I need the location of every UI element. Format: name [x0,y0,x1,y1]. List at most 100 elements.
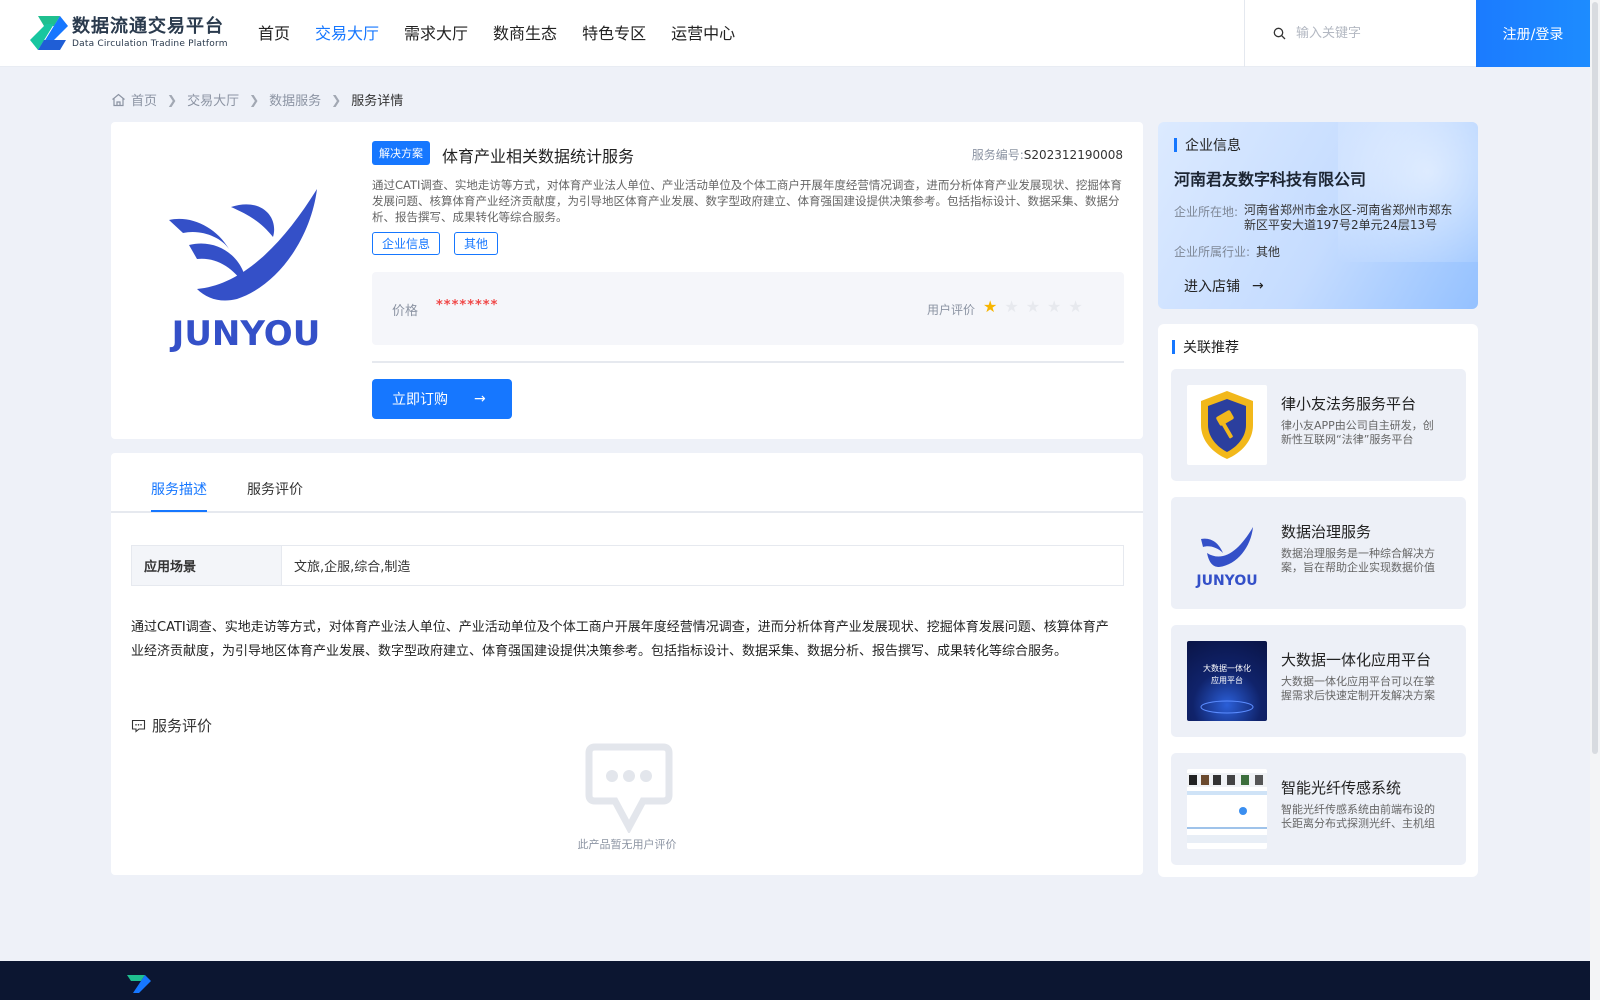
company-section-label: 企业信息 [1185,138,1241,154]
solution-tag: 解决方案 [372,141,430,165]
related-item-desc: 智能光纤传感系统由前端布设的长距离分布式探测光纤、主机组成 [1281,803,1435,830]
product-logo-text: JUNYOU [170,314,321,352]
related-item-desc: 数据治理服务是一种综合解决方案，旨在帮助企业实现数据价值 [1281,547,1435,574]
star-empty-icon[interactable]: ★ [1004,297,1018,316]
tab-service-description[interactable]: 服务描述 [151,479,207,499]
home-icon [112,93,125,106]
breadcrumb-data-service[interactable]: 数据服务 [269,90,321,109]
nav-demand-hall[interactable]: 需求大厅 [404,22,468,46]
star-empty-icon[interactable]: ★ [1026,297,1040,316]
scene-label: 应用场景 [132,546,281,585]
company-industry: 其他 [1256,245,1281,259]
product-summary-card: JUNYOU 解决方案 体育产业相关数据统计服务 服务编号:S202312190… [111,122,1143,439]
related-thumb-junyou: JUNYOU [1187,513,1267,593]
junyou-logo-icon: JUNYOU [1195,527,1258,589]
breadcrumb-home[interactable]: 首页 [111,90,157,109]
nav-operations[interactable]: 运营中心 [671,22,735,46]
company-location-label: 企业所在地: [1174,205,1239,219]
company-location: 河南省郑州市金水区-河南省郑州市郑东新区平安大道197号2单元24层13号 [1244,203,1453,232]
chevron-right-icon: ❯ [331,92,342,107]
bigdata-platform-image: 大数据一体化 应用平台 [1200,663,1254,714]
reviews-title: 服务评价 [152,717,213,735]
star-empty-icon[interactable]: ★ [1068,297,1082,316]
chip-other[interactable]: 其他 [454,232,499,255]
footer-logo-icon [127,975,151,993]
arrow-right-icon: → [474,391,486,407]
search-box [1244,0,1476,67]
title-accent-bar [1172,340,1175,354]
related-item[interactable]: 智能光纤传感系统 智能光纤传感系统由前端布设的长距离分布式探测光纤、主机组成 [1171,753,1466,865]
price-box: 价格 ******** 用户评价 ★ ★ ★ ★ ★ [372,272,1124,345]
company-industry-label: 企业所属行业: [1174,245,1251,259]
related-item-title: 律小友法务服务平台 [1281,395,1417,413]
nav-trading-hall[interactable]: 交易大厅 [315,22,379,46]
divider [372,361,1124,363]
breadcrumb-trading-hall[interactable]: 交易大厅 [187,90,239,109]
card-glow [1338,122,1478,262]
price-value: ******** [436,298,499,313]
login-register-button[interactable]: 注册/登录 [1476,0,1590,67]
company-section-title: 企业信息 [1174,135,1241,155]
related-item-desc: 律小友APP由公司自主研发，创新性互联网“法律”服务平台 [1281,419,1434,446]
bigdata-thumb-line2: 应用平台 [1211,675,1243,685]
shield-logo-icon [1201,391,1253,459]
star-filled-icon[interactable]: ★ [983,297,997,316]
logo-title: 数据流通交易平台 [72,16,224,37]
scrollbar-thumb[interactable] [1592,2,1598,754]
enter-shop-label: 进入店铺 [1184,279,1240,295]
service-long-description: 通过CATI调查、实地走访等方式，对体育产业法人单位、产业活动单位及个体工商户开… [131,620,1109,659]
related-section-label: 关联推荐 [1183,340,1239,356]
arrow-right-icon: → [1252,278,1264,294]
platform-logo[interactable]: 数据流通交易平台 Data Circulation Tradine Platfo… [30,14,228,52]
related-item-title: 智能光纤传感系统 [1281,779,1402,797]
service-detail-card: 服务描述 服务评价 应用场景 文旅,企服,综合,制造 通过CATI调查、实地走访… [111,453,1143,875]
price-label: 价格 [392,304,419,319]
service-number-label: 服务编号: [971,148,1024,162]
empty-comment-icon [585,743,673,833]
related-item[interactable]: 大数据一体化 应用平台 大数据一体化应用平台 大数据一体化应用平台可以在掌握需求… [1171,625,1466,737]
buy-now-button[interactable]: 立即订购 → [372,379,512,419]
company-location-row: 企业所在地: 河南省郑州市金水区-河南省郑州市郑东新区平安大道197号2单元24… [1174,203,1454,233]
product-logo-image: JUNYOU [169,189,321,352]
star-empty-icon[interactable]: ★ [1047,297,1061,316]
bigdata-thumb-line1: 大数据一体化 [1203,663,1251,673]
related-item[interactable]: JUNYOU 数据治理服务 数据治理服务是一种综合解决方案，旨在帮助企业实现数据… [1171,497,1466,609]
breadcrumb-current: 服务详情 [351,94,404,109]
related-item-desc: 大数据一体化应用平台可以在掌握需求后快速定制开发解决方案 [1281,675,1435,702]
enter-shop-button[interactable]: 进入店铺 → [1184,276,1264,296]
main-nav: 首页 交易大厅 需求大厅 数商生态 特色专区 运营中心 [258,22,760,46]
breadcrumb: 首页 ❯ 交易大厅 ❯ 数据服务 ❯ 服务详情 [111,90,403,109]
tab-service-reviews[interactable]: 服务评价 [247,479,303,499]
chevron-right-icon: ❯ [167,92,178,107]
search-input[interactable] [1296,26,1466,41]
buy-now-label: 立即订购 [392,392,448,408]
fiber-system-image [1187,773,1267,843]
service-number: 服务编号:S202312190008 [972,146,1123,163]
active-tab-indicator [151,510,207,512]
junyou-logo-text: JUNYOU [1195,573,1257,589]
chevron-right-icon: ❯ [249,92,260,107]
related-thumb-bigdata: 大数据一体化 应用平台 [1187,641,1267,721]
company-industry-row: 企业所属行业: 其他 [1174,243,1280,260]
product-title: 体育产业相关数据统计服务 [442,147,635,166]
breadcrumb-home-label: 首页 [131,94,158,109]
chip-company-info[interactable]: 企业信息 [372,232,441,255]
search-icon[interactable] [1273,27,1286,40]
nav-special-zone[interactable]: 特色专区 [582,22,646,46]
page-scrollbar[interactable] [1590,0,1600,1000]
related-item[interactable]: 律小友法务服务平台 律小友APP由公司自主研发，创新性互联网“法律”服务平台 [1171,369,1466,481]
company-name: 河南君友数字科技有限公司 [1174,170,1367,189]
service-number-value: S202312190008 [1023,148,1123,162]
application-scene-table: 应用场景 文旅,企服,综合,制造 [131,545,1124,586]
logo-subtitle: Data Circulation Tradine Platform [72,39,228,49]
scene-value: 文旅,企服,综合,制造 [281,546,1123,585]
related-recommendations: 关联推荐 律小友法务服务平台 律小友APP由公司自主研发，创新性互联网“法律”服… [1158,324,1478,877]
comment-icon [131,719,146,733]
nav-home[interactable]: 首页 [258,22,290,46]
detail-tabs: 服务描述 服务评价 [111,453,1143,513]
company-info-card: 企业信息 河南君友数字科技有限公司 企业所在地: 河南省郑州市金水区-河南省郑州… [1158,122,1478,309]
product-description: 通过CATI调查、实地走访等方式，对体育产业法人单位、产业活动单位及个体工商户开… [372,178,1122,224]
related-thumb-shield [1187,385,1267,465]
nav-ecosystem[interactable]: 数商生态 [493,22,557,46]
empty-reviews-text: 此产品暂无用户评价 [577,838,677,851]
